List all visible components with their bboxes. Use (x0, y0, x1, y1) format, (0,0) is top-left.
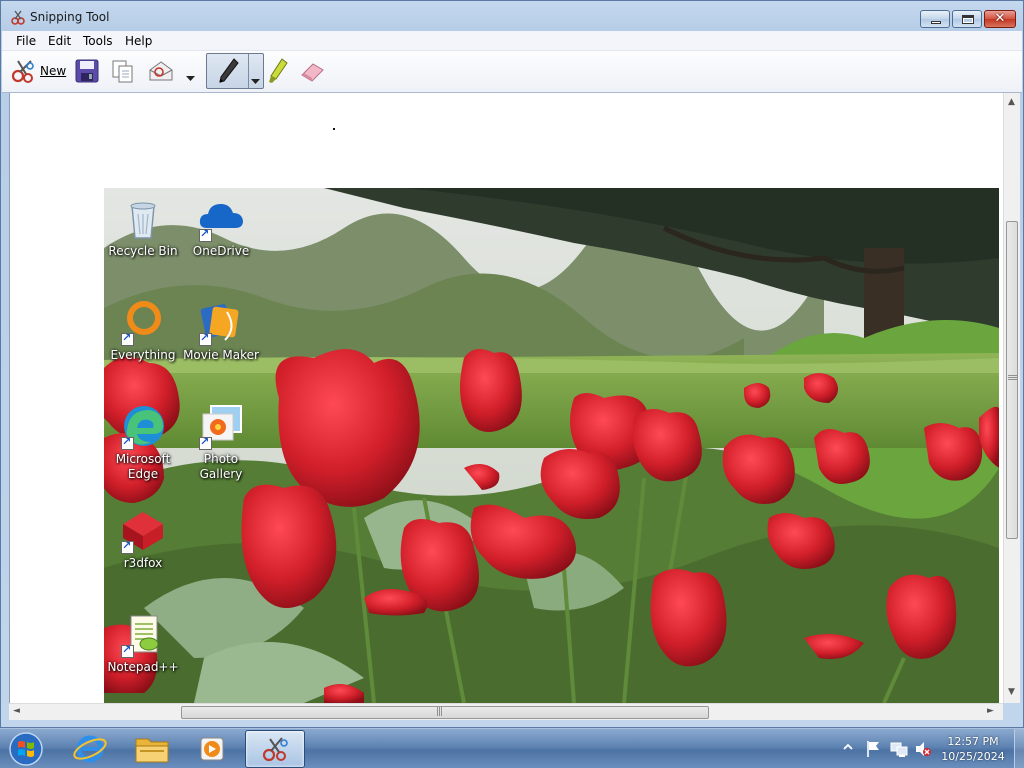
tray-overflow-button[interactable] (843, 741, 853, 768)
desktop-icon-recycle-bin[interactable]: Recycle Bin (104, 194, 183, 259)
chevron-down-icon (251, 79, 260, 84)
desktop-icon-everything[interactable]: Everything (104, 298, 183, 363)
toolbar: New (2, 51, 1022, 93)
minimize-icon (931, 21, 941, 24)
network-button[interactable] (890, 740, 908, 768)
clock-date: 10/25/2024 (941, 750, 1005, 763)
start-button[interactable] (6, 731, 46, 767)
desktop-icon-label: Photo Gallery (199, 452, 243, 481)
send-snip-button[interactable] (147, 55, 175, 87)
shortcut-arrow-icon (121, 539, 134, 554)
captured-desktop-image: Recycle Bin OneDrive Every (104, 188, 999, 703)
shortcut-arrow-icon (121, 435, 134, 450)
desktop-icon-label: Notepad++ (107, 660, 179, 674)
pen-button[interactable] (215, 55, 241, 87)
highlighter-button[interactable] (266, 55, 290, 87)
desktop-icon-onedrive[interactable]: OneDrive (181, 194, 261, 259)
pen-tool-group (206, 53, 264, 89)
scroll-right-arrow[interactable]: ► (987, 706, 994, 716)
close-icon: ✕ (994, 11, 1006, 26)
horizontal-scroll-thumb[interactable]: ||| (181, 706, 709, 719)
pen-split-divider (248, 54, 249, 88)
internet-explorer-icon (73, 735, 107, 763)
desktop-icon-label: Everything (110, 348, 176, 362)
menu-tools[interactable]: Tools (83, 34, 113, 48)
desktop-icon-label: r3dfox (123, 556, 163, 570)
taskbar-internet-explorer[interactable] (62, 730, 118, 768)
scissors-icon (11, 60, 34, 83)
vertical-scrollbar[interactable]: ▲ ||| ▼ (1003, 93, 1020, 703)
eraser-button[interactable] (298, 55, 326, 87)
shortcut-arrow-icon (121, 643, 134, 658)
file-explorer-icon (135, 738, 169, 763)
menu-edit[interactable]: Edit (48, 34, 71, 48)
desktop-icon-edge[interactable]: Microsoft Edge (104, 402, 183, 482)
copy-icon (112, 60, 133, 83)
window-title: Snipping Tool (30, 10, 110, 24)
taskbar-media-player[interactable] (184, 730, 240, 768)
menu-help[interactable]: Help (125, 34, 152, 48)
scroll-left-arrow[interactable]: ◄ (13, 706, 20, 716)
media-player-icon (200, 737, 224, 761)
snipping-tool-window: Snipping Tool ✕ File Edit Tools Help New (0, 0, 1024, 728)
taskbar: 12:57 PM 10/25/2024 (0, 728, 1024, 768)
desktop-icon-label: Recycle Bin (108, 244, 178, 258)
window-controls: ✕ (918, 10, 1016, 28)
title-bar[interactable]: Snipping Tool ✕ (1, 1, 1023, 31)
eraser-icon (301, 63, 324, 82)
scroll-grip-icon: ||| (436, 707, 443, 717)
show-desktop-button[interactable] (1014, 729, 1024, 768)
minimize-button[interactable] (920, 10, 950, 28)
pen-icon (219, 58, 239, 83)
scroll-grip-icon: ||| (1007, 373, 1018, 381)
close-button[interactable]: ✕ (984, 10, 1016, 28)
vertical-scroll-thumb[interactable]: ||| (1006, 221, 1018, 539)
action-center-button[interactable] (866, 740, 882, 768)
shortcut-arrow-icon (199, 435, 212, 450)
taskbar-snipping-tool[interactable] (245, 730, 305, 768)
chevron-up-icon (843, 743, 853, 750)
desktop-icon-label: Microsoft Edge (115, 452, 171, 481)
snipping-tool-icon (11, 10, 25, 25)
taskbar-clock[interactable]: 12:57 PM 10/25/2024 (930, 734, 1016, 764)
horizontal-scrollbar[interactable]: ◄ ||| ► (9, 703, 1003, 720)
scroll-down-arrow[interactable]: ▼ (1008, 687, 1015, 697)
desktop-icon-r3dfox[interactable]: r3dfox (104, 506, 183, 571)
canvas-dot (333, 128, 335, 130)
save-button[interactable] (74, 55, 100, 87)
maximize-button[interactable] (952, 10, 982, 28)
scroll-up-arrow[interactable]: ▲ (1008, 97, 1015, 107)
send-snip-icon (149, 61, 173, 81)
desktop-icon-movie-maker[interactable]: Movie Maker (181, 298, 261, 363)
copy-button[interactable] (110, 55, 136, 87)
desktop-icon-photo-gallery[interactable]: Photo Gallery (181, 402, 261, 482)
snipping-tool-icon (262, 737, 288, 762)
clock-time: 12:57 PM (947, 735, 999, 748)
chevron-down-icon (186, 76, 195, 81)
shortcut-arrow-icon (199, 331, 212, 346)
snip-canvas[interactable]: Recycle Bin OneDrive Every (9, 93, 1003, 703)
windows-orb-icon (9, 732, 43, 766)
menu-file[interactable]: File (16, 34, 36, 48)
flag-icon (867, 741, 879, 757)
maximize-icon (962, 15, 974, 24)
new-snip-button[interactable]: New (11, 55, 66, 87)
menu-bar: File Edit Tools Help (2, 31, 1022, 51)
taskbar-file-explorer[interactable] (124, 730, 180, 768)
save-icon (75, 59, 99, 83)
shortcut-arrow-icon (121, 331, 134, 346)
network-icon (890, 742, 908, 757)
desktop-icon-label: Movie Maker (183, 348, 259, 362)
highlighter-icon (269, 58, 288, 83)
desktop-icon-notepad-plus-plus[interactable]: Notepad++ (104, 610, 183, 675)
send-snip-dropdown[interactable] (186, 63, 195, 95)
desktop-icon-label: OneDrive (192, 244, 250, 258)
recycle-bin-icon (130, 202, 156, 239)
new-label: New (40, 64, 67, 78)
shortcut-arrow-icon (199, 227, 212, 242)
